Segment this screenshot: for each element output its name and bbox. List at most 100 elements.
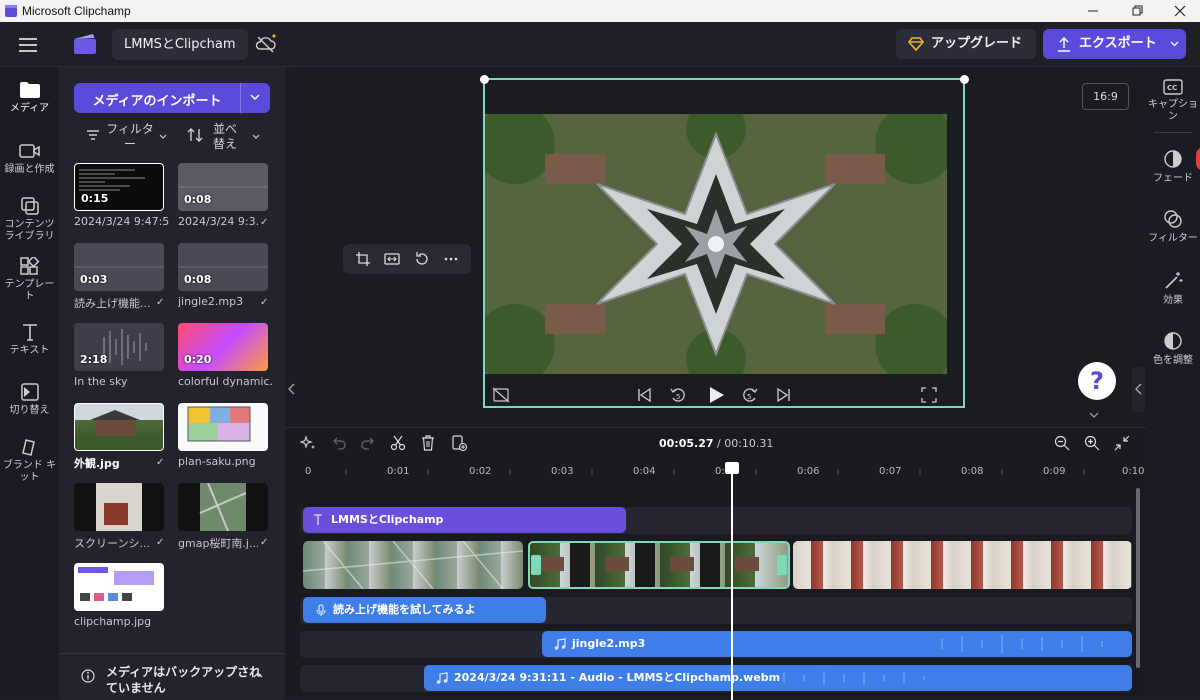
collapse-properties-panel[interactable] (1132, 367, 1145, 412)
trim-handle-right[interactable] (777, 555, 787, 575)
rail-item-transitions[interactable]: 切り替え (0, 383, 59, 417)
resize-handle[interactable] (960, 75, 969, 84)
voice-clip[interactable]: 読み上げ機能を試してみるよ (303, 597, 546, 623)
play-icon[interactable] (706, 385, 726, 405)
trim-handle-left[interactable] (531, 555, 541, 575)
rotate-icon[interactable] (414, 251, 430, 267)
chevron-up-icon[interactable] (253, 672, 263, 678)
audio-clip-jingle[interactable]: jingle2.mp3 (542, 631, 1132, 657)
audio-track-1: jingle2.mp3 (300, 631, 1132, 658)
maximize-icon[interactable] (1129, 3, 1145, 19)
media-thumb[interactable] (178, 483, 268, 531)
fit-timeline-icon[interactable] (1114, 435, 1130, 451)
rewind-5-icon[interactable]: 5 (669, 386, 687, 404)
chevron-down-icon[interactable] (250, 94, 260, 101)
export-button[interactable]: エクスポート (1043, 29, 1186, 59)
project-name-field[interactable]: LMMSとClipcham (112, 29, 248, 60)
video-clip-room[interactable] (793, 541, 1132, 589)
video-clip-map[interactable] (303, 541, 523, 589)
skip-forward-icon[interactable] (776, 387, 792, 403)
media-thumb[interactable] (74, 403, 164, 451)
zoom-out-icon[interactable] (1054, 435, 1070, 451)
svg-text:CC: CC (1167, 84, 1177, 92)
timeline-ruler[interactable]: 0 0:01 0:02 0:03 0:04 0:05 0:06 0:07 0:0… (300, 461, 1144, 483)
used-check-icon: ✓ (260, 537, 269, 548)
rail-item-templates[interactable]: テンプレート (0, 257, 59, 303)
media-thumb[interactable] (74, 483, 164, 531)
text-icon (314, 514, 322, 525)
undo-icon[interactable] (331, 435, 347, 451)
total-time: / 00:10.31 (717, 437, 774, 450)
duration-badge: 0:15 (81, 192, 109, 205)
sort-icon[interactable] (187, 127, 203, 143)
close-icon[interactable] (1172, 3, 1188, 19)
backup-notice[interactable]: メディアはバックアップされていません (59, 653, 285, 699)
chevron-down-icon[interactable] (1089, 412, 1099, 418)
duration-badge: 0:20 (184, 353, 212, 366)
rail-item-media[interactable]: メディア (0, 81, 59, 115)
map-thumbnail (199, 483, 247, 531)
more-options-icon[interactable] (443, 251, 459, 267)
info-icon (81, 669, 95, 683)
filter-button[interactable]: フィルター (106, 122, 154, 152)
forward-5-icon[interactable]: 5 (741, 386, 759, 404)
rail-item-fade[interactable]: フェード (1146, 149, 1200, 185)
rail-item-filters[interactable]: フィルター (1146, 209, 1200, 245)
playhead[interactable] (725, 462, 739, 700)
sort-button[interactable]: 並べ替え (209, 122, 241, 152)
rail-item-content-library[interactable]: コンテンツ ライブラリ (0, 197, 59, 243)
aspect-ratio-button[interactable]: 16:9 (1082, 83, 1129, 110)
add-to-timeline-icon[interactable] (451, 435, 467, 451)
filter-icon[interactable] (86, 129, 100, 141)
rail-item-text[interactable]: テキスト (0, 323, 59, 357)
media-thumb[interactable] (178, 403, 268, 451)
upgrade-button[interactable]: アップグレード (896, 29, 1036, 59)
transition-icon (20, 383, 39, 401)
camera-icon (18, 144, 40, 158)
scissors-icon[interactable] (390, 435, 406, 451)
chevron-left-icon (1135, 383, 1142, 395)
text-clip[interactable]: LMMSとClipchamp (303, 507, 626, 533)
skip-back-icon[interactable] (636, 387, 652, 403)
rail-item-effects[interactable]: 効果 (1146, 271, 1200, 307)
magic-sparkle-icon[interactable] (300, 435, 316, 451)
rail-item-brand-kit[interactable]: ブランド キット (0, 438, 59, 484)
media-thumb[interactable]: 2:18 (74, 323, 164, 371)
redo-icon[interactable] (360, 435, 376, 451)
media-label: 2024/3/24 9:47:5... (74, 215, 170, 228)
video-track (300, 541, 1132, 591)
media-thumb[interactable]: 0:03 (74, 243, 164, 291)
cloud-off-icon[interactable] (255, 34, 277, 54)
svg-text:5: 5 (747, 393, 751, 401)
resize-handle[interactable] (480, 75, 489, 84)
video-clip-house-selected[interactable] (528, 541, 790, 589)
minimize-icon[interactable] (1085, 3, 1101, 19)
fullscreen-icon[interactable] (921, 387, 937, 403)
import-media-button[interactable]: メディアのインポート (74, 83, 270, 113)
crop-icon[interactable] (355, 251, 371, 267)
timeline-scrollbar[interactable] (1136, 488, 1140, 668)
text-clip-label: LMMSとClipchamp (331, 513, 444, 526)
selection-box[interactable] (480, 75, 969, 408)
fit-icon[interactable] (384, 251, 400, 267)
rail-item-record[interactable]: 録画と作成 (0, 142, 59, 176)
media-thumb[interactable]: 0:15 (74, 163, 164, 211)
delete-icon[interactable] (420, 435, 436, 451)
media-label: colorful dynamic... (178, 375, 274, 388)
media-thumb[interactable]: 0:08 (178, 163, 268, 211)
audio-clip-webm[interactable]: 2024/3/24 9:31:11 - Audio - LMMSとClipcha… (424, 665, 1132, 691)
rail-item-adjust-color[interactable]: 色を調整 (1146, 331, 1200, 367)
media-panel: メディアのインポート フィルター 並べ替え 0:15 2024/3/24 9:4… (59, 67, 285, 699)
zoom-in-icon[interactable] (1084, 435, 1100, 451)
collapse-media-panel[interactable] (285, 67, 298, 427)
screenshot-thumbnail (78, 567, 154, 601)
media-thumb[interactable] (74, 563, 164, 611)
menu-icon[interactable] (18, 37, 38, 53)
media-thumb[interactable]: 0:08 (178, 243, 268, 291)
help-button[interactable]: ? (1078, 362, 1116, 400)
fullscreen-exit-icon[interactable] (492, 387, 510, 403)
playhead-handle[interactable] (725, 462, 739, 474)
rail-item-captions[interactable]: CC キャプション (1146, 79, 1200, 123)
media-thumb[interactable]: 0:20 (178, 323, 268, 371)
media-label: 読み上げ機能... (74, 297, 151, 310)
